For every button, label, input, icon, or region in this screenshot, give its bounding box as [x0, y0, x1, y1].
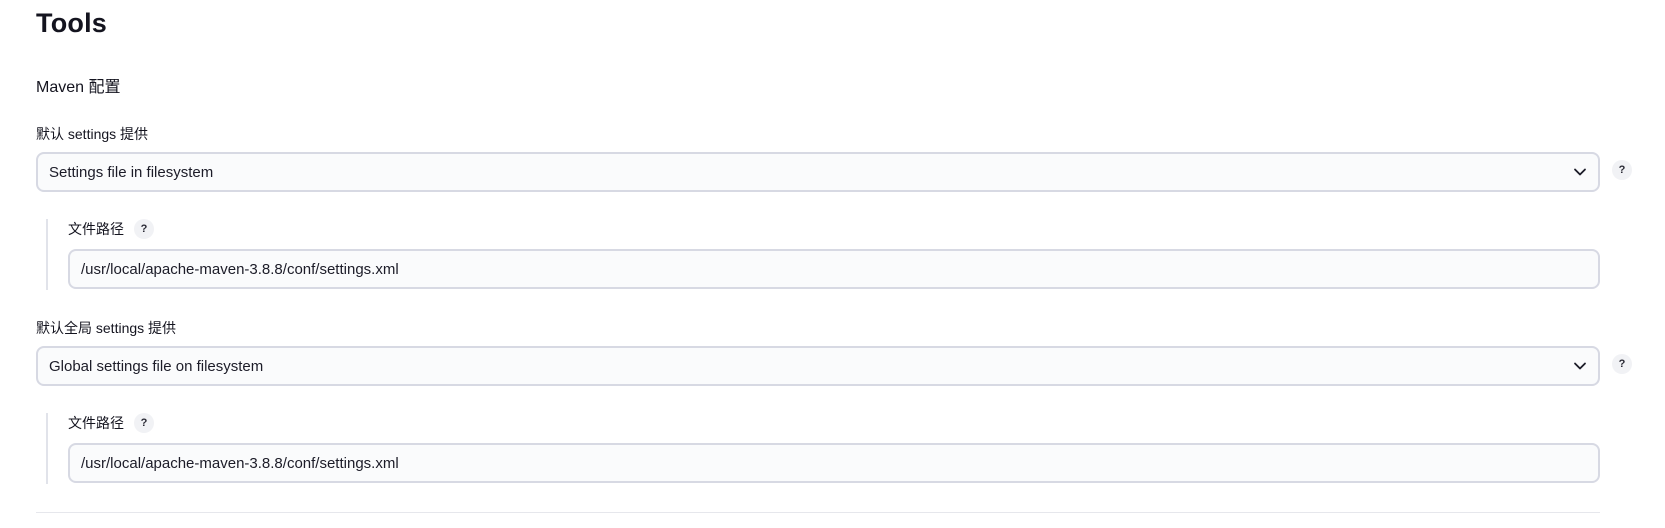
default-settings-select[interactable]: Settings file in filesystem	[36, 152, 1600, 192]
chevron-down-icon	[1574, 362, 1586, 370]
default-settings-help-button[interactable]: ?	[1612, 160, 1632, 180]
default-global-settings-help-button[interactable]: ?	[1612, 354, 1632, 374]
default-settings-selected-value: Settings file in filesystem	[49, 163, 214, 181]
section-divider	[36, 512, 1600, 513]
help-icon: ?	[140, 417, 148, 429]
default-global-settings-label: 默认全局 settings 提供	[36, 320, 177, 336]
help-icon: ?	[140, 223, 148, 235]
help-icon: ?	[1618, 164, 1626, 176]
default-settings-file-path-help-button[interactable]: ?	[134, 219, 154, 239]
default-settings-nested-block	[46, 219, 48, 290]
help-icon: ?	[1618, 358, 1626, 370]
chevron-down-icon	[1574, 168, 1586, 176]
default-global-settings-file-path-input[interactable]	[68, 443, 1600, 483]
default-global-settings-select[interactable]: Global settings file on filesystem	[36, 346, 1600, 386]
default-settings-label: 默认 settings 提供	[36, 126, 149, 142]
default-global-settings-file-path-row: 文件路径 ?	[68, 413, 154, 433]
default-global-settings-file-path-label: 文件路径	[68, 415, 124, 431]
default-global-settings-nested-block	[46, 413, 48, 484]
default-settings-file-path-label: 文件路径	[68, 221, 124, 237]
default-global-settings-file-path-help-button[interactable]: ?	[134, 413, 154, 433]
default-settings-file-path-input[interactable]	[68, 249, 1600, 289]
default-global-settings-selected-value: Global settings file on filesystem	[49, 357, 264, 375]
tools-config-page: Tools Maven 配置 默认 settings 提供 Settings f…	[0, 0, 1665, 528]
maven-section-title: Maven 配置	[36, 79, 121, 96]
default-settings-file-path-row: 文件路径 ?	[68, 219, 154, 239]
page-title: Tools	[36, 8, 107, 38]
